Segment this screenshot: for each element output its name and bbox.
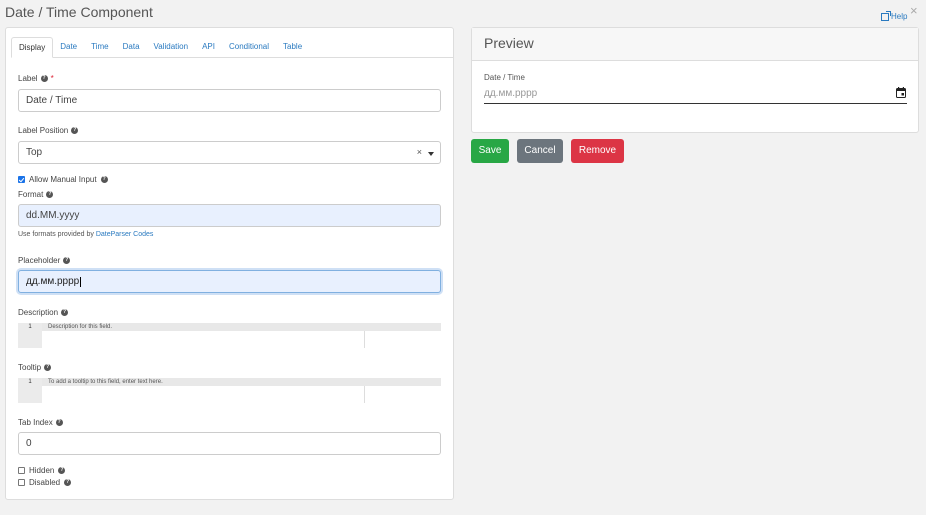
placeholder-input[interactable]: дд.мм.рррр (18, 270, 441, 293)
preview-title: Preview (472, 28, 918, 61)
help-link[interactable]: Help (881, 10, 908, 21)
label-field-label-text: Label (18, 74, 38, 83)
placeholder-input-value: дд.мм.рррр (26, 276, 80, 287)
description-label-text: Description (18, 308, 59, 317)
tab-table[interactable]: Table (276, 37, 309, 58)
hidden-label: Hidden (29, 466, 55, 475)
help-icon[interactable]: ? (71, 127, 79, 134)
tab-date[interactable]: Date (53, 37, 84, 58)
format-hint: Use formats provided by DateParser Codes (18, 231, 153, 238)
help-icon[interactable]: ? (40, 75, 48, 82)
tooltip-label-text: Tooltip (18, 363, 42, 372)
settings-panel: Display Date Time Data Validation API Co… (5, 27, 454, 500)
preview-date-placeholder: дд.мм.рррр (484, 88, 538, 99)
placeholder-label: Placeholder ? (18, 256, 71, 265)
help-icon[interactable]: ? (63, 257, 71, 264)
help-icon[interactable]: ? (55, 419, 63, 426)
calendar-icon[interactable] (896, 87, 906, 98)
save-button[interactable]: Save (471, 139, 509, 163)
help-icon[interactable]: ? (44, 364, 52, 371)
external-link-icon (881, 10, 891, 21)
format-hint-text: Use formats provided by (18, 231, 94, 238)
text-cursor (80, 276, 82, 287)
hidden-checkbox[interactable]: Hidden ? (18, 466, 66, 475)
label-position-label-text: Label Position (18, 126, 69, 135)
preview-date-input[interactable]: дд.мм.рррр (484, 86, 907, 104)
help-icon[interactable]: ? (64, 479, 72, 486)
label-field-label: Label ? * (18, 74, 54, 83)
placeholder-label-text: Placeholder (18, 256, 61, 265)
allow-manual-input-label: Allow Manual Input (29, 175, 97, 184)
format-input[interactable]: dd.MM.yyyy (18, 204, 441, 227)
tooltip-label: Tooltip ? (18, 363, 52, 372)
help-icon[interactable]: ? (58, 467, 66, 474)
page-title: Date / Time Component (5, 4, 153, 20)
dateparser-codes-link[interactable]: DateParser Codes (96, 231, 154, 238)
description-editor[interactable]: 1 Description for this field. (18, 323, 441, 348)
tab-index-label-text: Tab Index (18, 418, 53, 427)
tab-bar: Display Date Time Data Validation API Co… (11, 37, 453, 58)
required-marker: * (50, 74, 54, 83)
help-icon[interactable]: ? (100, 176, 108, 183)
tab-conditional[interactable]: Conditional (222, 37, 276, 58)
clear-icon[interactable]: × (417, 147, 422, 157)
help-icon[interactable]: ? (61, 309, 69, 316)
tab-time[interactable]: Time (84, 37, 115, 58)
remove-button[interactable]: Remove (571, 139, 624, 163)
tab-display[interactable]: Display (11, 37, 54, 58)
description-label: Description ? (18, 308, 69, 317)
line-number: 1 (28, 324, 32, 330)
tooltip-editor-line[interactable]: To add a tooltip to this field, enter te… (42, 378, 441, 386)
tab-index-label: Tab Index ? (18, 418, 63, 427)
tab-data[interactable]: Data (116, 37, 147, 58)
help-label: Help (891, 12, 908, 21)
tab-validation[interactable]: Validation (147, 37, 196, 58)
close-icon[interactable]: × (910, 3, 918, 18)
disabled-label: Disabled (29, 478, 61, 487)
format-label: Format ? (18, 190, 54, 199)
allow-manual-input-checkbox[interactable]: Allow Manual Input ? (18, 175, 108, 184)
label-position-select[interactable]: Top × (18, 141, 441, 164)
checkbox-icon[interactable] (18, 479, 25, 486)
description-editor-line[interactable]: Description for this field. (42, 323, 441, 331)
preview-panel: Preview Date / Time дд.мм.рррр (471, 27, 919, 133)
preview-field-label: Date / Time (484, 73, 525, 82)
chevron-down-icon[interactable] (428, 152, 434, 156)
editor-print-margin (364, 386, 365, 403)
disabled-checkbox[interactable]: Disabled ? (18, 478, 72, 487)
tab-index-input[interactable]: 0 (18, 432, 441, 455)
tooltip-editor[interactable]: 1 To add a tooltip to this field, enter … (18, 378, 441, 403)
format-label-text: Format (18, 190, 44, 199)
label-input[interactable]: Date / Time (18, 89, 441, 112)
checkbox-icon[interactable] (18, 467, 25, 474)
line-number: 1 (28, 379, 32, 385)
editor-print-margin (364, 331, 365, 348)
tab-api[interactable]: API (195, 37, 222, 58)
label-position-label: Label Position ? (18, 126, 79, 135)
help-icon[interactable]: ? (46, 191, 54, 198)
checkbox-checked-icon[interactable] (18, 176, 25, 183)
cancel-button[interactable]: Cancel (517, 139, 563, 163)
label-position-value: Top (26, 147, 43, 158)
